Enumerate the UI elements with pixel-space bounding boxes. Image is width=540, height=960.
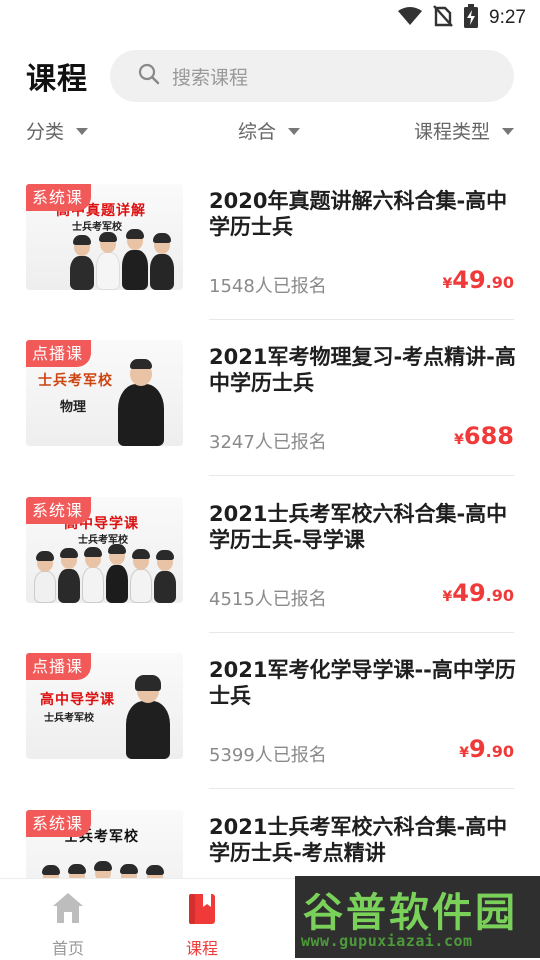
- teacher-figure: [58, 548, 80, 603]
- nav-course-label: 课程: [185, 939, 218, 958]
- wifi-icon: [397, 6, 423, 30]
- course-title: 2021军考物理复习-考点精讲-高中学历士兵: [209, 345, 516, 395]
- filter-category-label: 分类: [26, 120, 65, 143]
- enrolled-count: 4515人已报名: [209, 589, 327, 610]
- teacher-figure: [70, 235, 94, 290]
- teacher-figure: [122, 229, 148, 290]
- course-price: ¥49.90: [443, 579, 515, 607]
- search-placeholder: 搜索课程: [172, 66, 249, 89]
- nav-home[interactable]: 首页: [18, 879, 118, 960]
- teacher-figure: [106, 544, 128, 603]
- filter-type-dropdown[interactable]: 课程类型: [414, 112, 515, 148]
- filter-category-dropdown[interactable]: 分类: [26, 112, 89, 148]
- page-title: 课程: [26, 62, 88, 97]
- thumbnail-subtitle: 士兵考军校: [72, 222, 122, 233]
- filter-sort-dropdown[interactable]: 综合: [238, 112, 301, 148]
- teacher-figure: [154, 550, 176, 603]
- course-price: ¥49.90: [443, 266, 515, 294]
- price-currency: ¥: [459, 745, 469, 761]
- price-integer: 49: [452, 266, 486, 294]
- thumbnail-headline: 士兵考军校: [38, 373, 113, 389]
- course-type-tag: 系统课: [26, 184, 92, 211]
- watermark-url: www.gupuxiazai.com: [301, 932, 473, 950]
- thumbnail-subtitle: 士兵考军校: [44, 713, 94, 724]
- price-integer: 49: [452, 579, 486, 607]
- watermark-logo: 谷普软件园 www.gupuxiazai.com: [295, 876, 540, 958]
- teacher-figure: [34, 551, 56, 603]
- status-time: 9:27: [489, 7, 526, 28]
- thumbnail-headline: 高中导学课: [40, 692, 115, 708]
- no-sim-icon: [433, 5, 453, 31]
- course-list-item[interactable]: 士兵考军校 物理 点播课 2021军考物理复习-考点精讲-高中学历士兵 3247…: [0, 318, 540, 476]
- course-type-tag: 系统课: [26, 497, 92, 524]
- price-integer: 688: [463, 422, 514, 450]
- teacher-figure: [82, 547, 104, 603]
- search-icon: [138, 63, 160, 89]
- filter-row: 分类 综合 课程类型: [0, 112, 540, 148]
- teacher-figure: [96, 232, 120, 290]
- price-currency: ¥: [454, 432, 464, 448]
- price-decimal: .90: [485, 586, 514, 605]
- home-icon: [51, 891, 85, 929]
- enrolled-count: 5399人已报名: [209, 745, 327, 766]
- teacher-figure: [150, 233, 174, 290]
- teacher-figure: [130, 549, 152, 603]
- watermark-title: 谷普软件园: [303, 891, 518, 935]
- course-price: ¥688: [454, 422, 514, 450]
- course-price: ¥9.90: [459, 735, 514, 763]
- course-type-tag: 点播课: [26, 653, 92, 680]
- price-decimal: .90: [485, 273, 514, 292]
- course-list-item[interactable]: 高中导学课 士兵考军校 点播课 2021军考化学导学课--高中学历士兵 5399…: [0, 631, 540, 789]
- chevron-down-icon: [502, 127, 515, 135]
- course-type-tag: 系统课: [26, 810, 92, 837]
- enrolled-count: 1548人已报名: [209, 276, 327, 297]
- price-integer: 9: [468, 735, 486, 763]
- bookmark-book-icon: [187, 893, 217, 929]
- thumbnail-subtitle: 物理: [60, 400, 87, 415]
- chevron-down-icon: [76, 127, 89, 135]
- course-title: 2020年真题讲解六科合集-高中学历士兵: [209, 189, 508, 239]
- teacher-figure: [126, 675, 170, 759]
- filter-sort-label: 综合: [238, 120, 277, 143]
- teacher-figure: [118, 359, 164, 446]
- status-bar: 9:27: [0, 0, 540, 36]
- price-currency: ¥: [442, 276, 453, 292]
- course-type-tag: 点播课: [26, 340, 92, 367]
- header: 课程 搜索课程: [0, 48, 540, 104]
- price-currency: ¥: [442, 589, 453, 605]
- enrolled-count: 3247人已报名: [209, 432, 327, 453]
- nav-course[interactable]: 课程: [152, 879, 252, 960]
- price-decimal: .90: [485, 742, 514, 761]
- nav-home-label: 首页: [51, 939, 84, 958]
- course-title: 2021士兵考军校六科合集-高中学历士兵-导学课: [209, 502, 508, 552]
- course-list-item[interactable]: 高中导学课 士兵考军校 系统课 2021士兵考军校六科合集-高中学历士兵-导学课…: [0, 475, 540, 633]
- course-title: 2021士兵考军校六科合集-高中学历士兵-考点精讲: [209, 815, 508, 865]
- filter-type-label: 课程类型: [414, 120, 491, 143]
- course-list-item[interactable]: 高中真题详解 士兵考军校 系统课 2020年真题讲解六科合集-高中学历士兵 15…: [0, 162, 540, 320]
- course-title: 2021军考化学导学课--高中学历士兵: [209, 658, 516, 708]
- search-input[interactable]: 搜索课程: [110, 50, 514, 102]
- battery-charging-icon: [463, 4, 479, 32]
- chevron-down-icon: [288, 127, 301, 135]
